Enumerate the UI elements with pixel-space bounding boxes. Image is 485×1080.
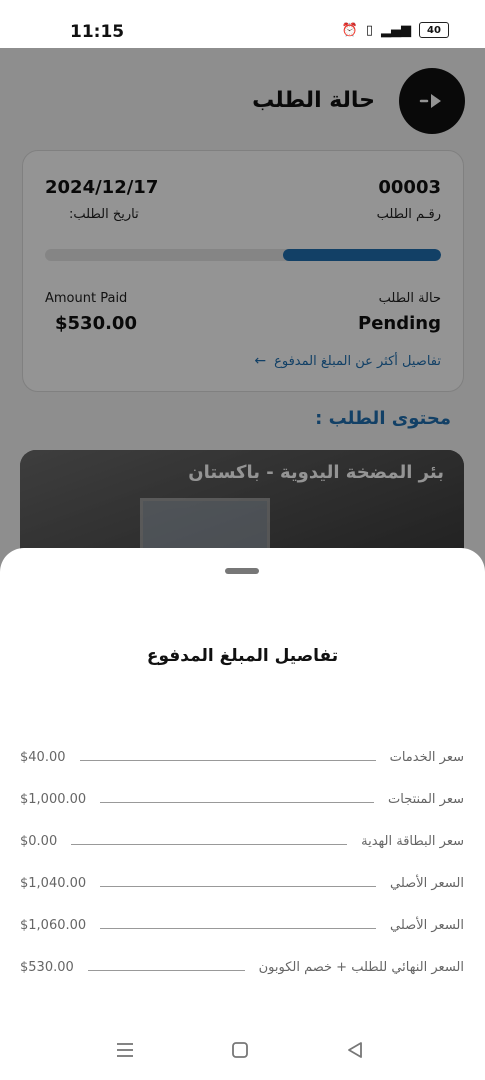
home-button[interactable] [230, 1040, 250, 1060]
status-icons: ⏰ ▯ ▂▄▆ 40 [342, 22, 449, 38]
payment-row: $1,040.00 السعر الأصلي [20, 876, 464, 898]
row-divider-line [100, 886, 376, 887]
row-divider-line [80, 760, 376, 761]
payment-row: $1,000.00 سعر المنتجات [20, 792, 464, 814]
payment-row-value: $0.00 [20, 834, 58, 849]
payment-row: $0.00 سعر البطاقة الهدية [20, 834, 464, 856]
recent-apps-button[interactable] [115, 1040, 135, 1060]
status-bar: 11:15 ⏰ ▯ ▂▄▆ 40 [0, 0, 485, 48]
back-nav-button[interactable] [345, 1040, 365, 1060]
system-nav-bar [0, 1020, 485, 1080]
vibrate-icon: ▯ [365, 22, 373, 38]
payment-row-label: سعر الخدمات [389, 750, 464, 765]
sheet-drag-handle[interactable] [225, 568, 259, 574]
menu-icon [117, 1043, 133, 1057]
row-divider-line [88, 970, 245, 971]
payment-row-value: $530.00 [20, 960, 74, 975]
payment-row-value: $40.00 [20, 750, 66, 765]
sheet-title: تفاصيل المبلغ المدفوع [146, 646, 339, 666]
payment-row-label: السعر الأصلي [390, 876, 464, 891]
payment-row: $40.00 سعر الخدمات [20, 750, 464, 772]
row-divider-line [100, 802, 374, 803]
square-icon [232, 1042, 248, 1058]
row-divider-line [71, 844, 347, 845]
row-divider-line [100, 928, 376, 929]
payment-details-sheet: تفاصيل المبلغ المدفوع $40.00 سعر الخدمات $… [0, 548, 485, 1080]
payment-row-label: سعر المنتجات [388, 792, 464, 807]
alarm-icon: ⏰ [341, 22, 358, 38]
battery-icon: 40 [419, 22, 449, 38]
triangle-back-icon [348, 1042, 362, 1058]
payment-row-value: $1,040.00 [20, 876, 87, 891]
payment-row: $530.00 السعر النهائي للطلب + خصم الكوبون [20, 960, 464, 982]
payment-row-value: $1,060.00 [20, 918, 87, 933]
signal-icon: ▂▄▆ [381, 22, 411, 38]
payment-row-label: السعر النهائي للطلب + خصم الكوبون [258, 960, 464, 975]
payment-row-label: سعر البطاقة الهدية [361, 834, 464, 849]
payment-row-label: السعر الأصلي [390, 918, 464, 933]
payment-row-value: $1,000.00 [20, 792, 87, 807]
status-time: 11:15 [70, 22, 125, 42]
payment-row: $1,060.00 السعر الأصلي [20, 918, 464, 940]
